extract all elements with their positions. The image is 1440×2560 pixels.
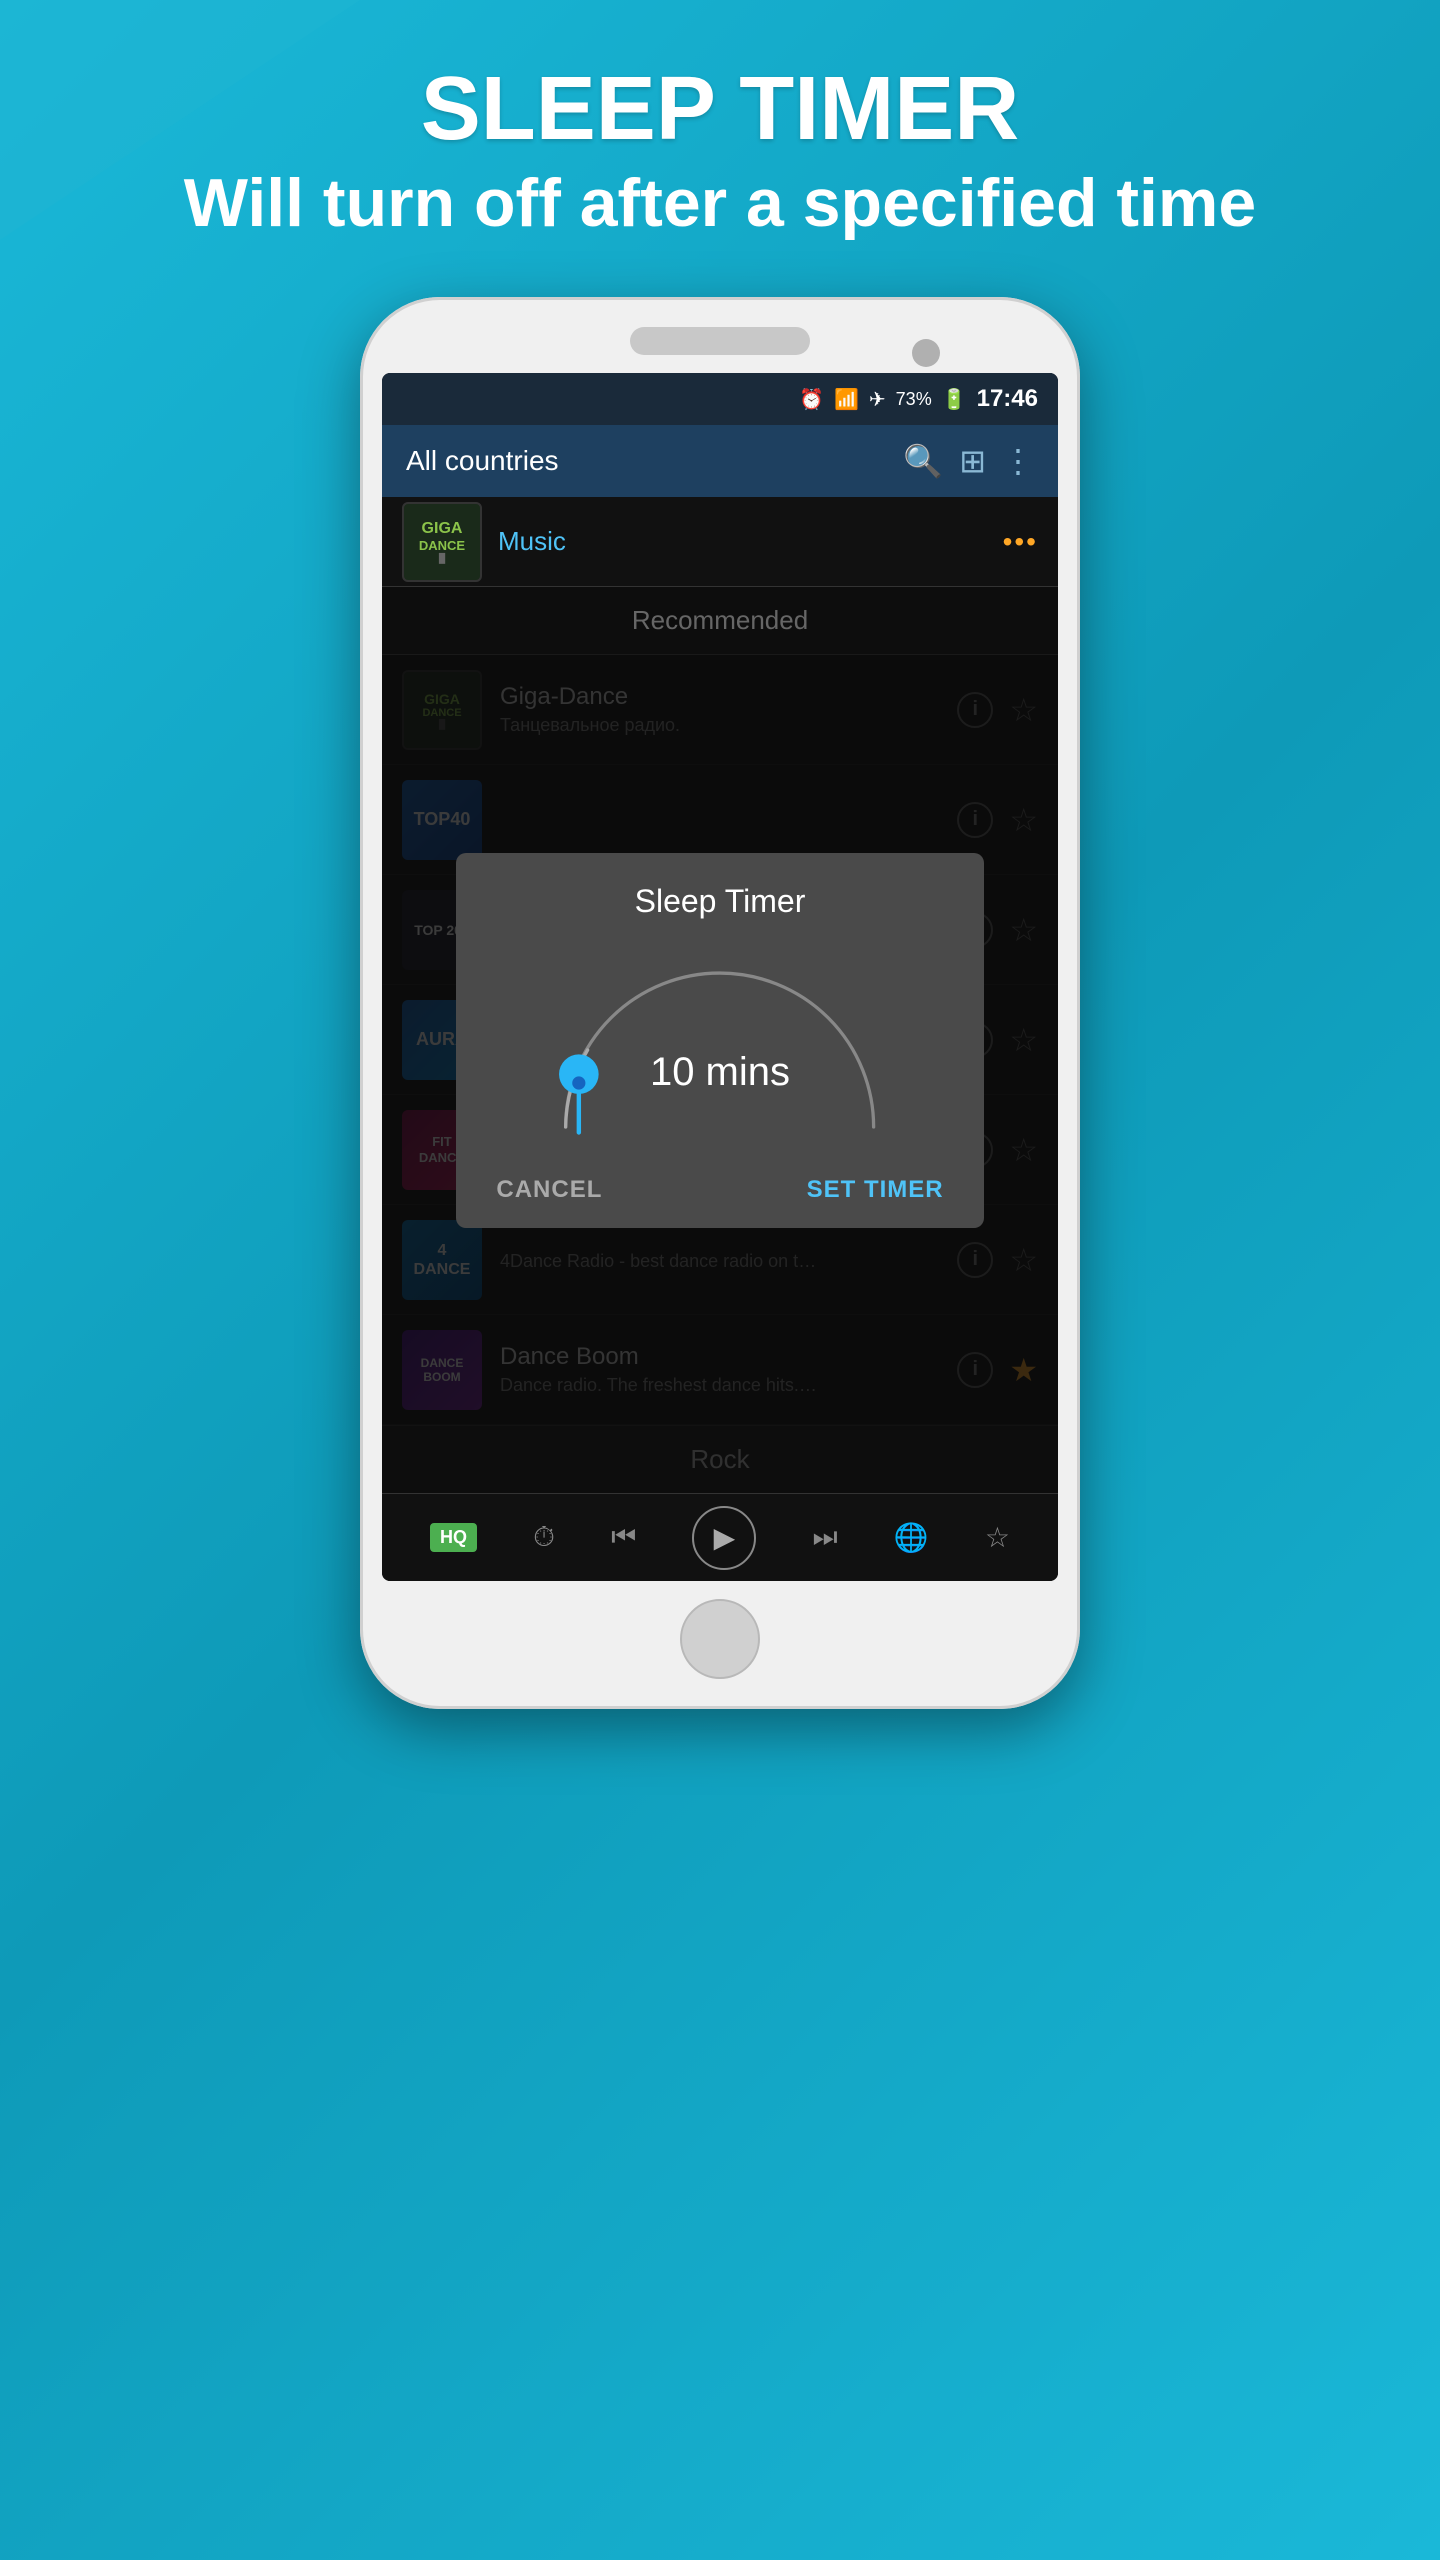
dial-container[interactable]: 10 mins (480, 940, 959, 1160)
dialog-overlay: Sleep Timer (382, 587, 1058, 1493)
now-playing-thumb: GIGA DANCE ▐▌ (402, 502, 482, 582)
battery-icon: 🔋 (942, 387, 967, 412)
dial-value: 10 mins (650, 1050, 790, 1095)
phone-speaker (630, 327, 810, 355)
now-playing-title: Music (498, 526, 987, 557)
phone-outer: ⏰ 📶 ✈ 73% 🔋 17:46 All countries 🔍 ⊞ ⋮ (360, 297, 1080, 1709)
airplane-icon: ✈ (869, 387, 886, 412)
banner-title: SLEEP TIMER (40, 60, 1400, 159)
sleep-timer-dialog: Sleep Timer (456, 853, 983, 1228)
play-button[interactable]: ▶ (692, 1506, 756, 1570)
app-bar-title: All countries (406, 445, 887, 477)
more-icon[interactable]: ⋮ (1002, 442, 1034, 480)
status-bar: ⏰ 📶 ✈ 73% 🔋 17:46 (382, 373, 1058, 425)
now-playing-more-button[interactable]: ••• (1003, 526, 1038, 558)
status-icons: ⏰ 📶 ✈ 73% 🔋 17:46 (799, 385, 1038, 413)
globe-button[interactable]: 🌐 (894, 1521, 929, 1554)
alarm-icon: ⏰ (799, 387, 824, 412)
dialog-title: Sleep Timer (480, 883, 959, 920)
content-area: Recommended GIGA DANCE ▐▌ (382, 587, 1058, 1493)
next-button[interactable]: ⏭ (813, 1521, 838, 1554)
battery-level: 73% (896, 389, 932, 410)
wifi-icon: 📶 (834, 387, 859, 412)
phone-mockup: ⏰ 📶 ✈ 73% 🔋 17:46 All countries 🔍 ⊞ ⋮ (360, 297, 1080, 1709)
hq-badge: HQ (430, 1523, 477, 1552)
set-timer-button[interactable]: SET TIMER (807, 1176, 944, 1204)
status-time: 17:46 (977, 385, 1038, 413)
top-banner: SLEEP TIMER Will turn off after a specif… (0, 0, 1440, 287)
phone-home-button[interactable] (680, 1599, 760, 1679)
search-icon[interactable]: 🔍 (903, 442, 943, 480)
phone-camera (912, 339, 940, 367)
now-playing-bar[interactable]: GIGA DANCE ▐▌ Music ••• (382, 497, 1058, 587)
phone-screen: ⏰ 📶 ✈ 73% 🔋 17:46 All countries 🔍 ⊞ ⋮ (382, 373, 1058, 1581)
bottom-player-bar: HQ ⏱ ⏮ ▶ ⏭ 🌐 ☆ (382, 1493, 1058, 1581)
filter-icon[interactable]: ⊞ (959, 442, 986, 480)
dialog-buttons: CANCEL SET TIMER (480, 1160, 959, 1204)
app-bar: All countries 🔍 ⊞ ⋮ (382, 425, 1058, 497)
cancel-button[interactable]: CANCEL (496, 1176, 602, 1204)
banner-subtitle: Will turn off after a specified time (40, 159, 1400, 247)
prev-button[interactable]: ⏮ (611, 1521, 636, 1554)
timer-button[interactable]: ⏱ (533, 1521, 555, 1554)
favorites-button[interactable]: ☆ (985, 1521, 1010, 1554)
